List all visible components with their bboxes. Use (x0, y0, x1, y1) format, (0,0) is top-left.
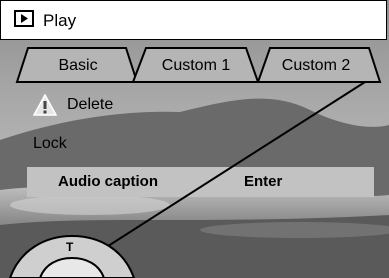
play-icon (14, 10, 34, 27)
warning-icon (33, 94, 57, 116)
audio-caption-value: Enter (244, 173, 283, 190)
tab-custom-2[interactable]: Custom 2 (268, 57, 364, 75)
tab-custom-1[interactable]: Custom 1 (142, 57, 250, 75)
audio-caption-label: Audio caption (58, 173, 158, 190)
page-title: Play (43, 11, 77, 30)
menu-item-lock[interactable]: Lock (33, 135, 67, 153)
tab-basic[interactable]: Basic (42, 57, 114, 75)
title-bar: Play (0, 0, 387, 40)
menu-item-audio-caption[interactable]: Audio caption Enter (27, 167, 374, 197)
menu-item-delete-label: Delete (67, 96, 114, 113)
controller-t-label: T (66, 240, 74, 254)
camera-screen: Play Basic Custom 1 Custom 2 Delete Lock… (0, 0, 389, 278)
